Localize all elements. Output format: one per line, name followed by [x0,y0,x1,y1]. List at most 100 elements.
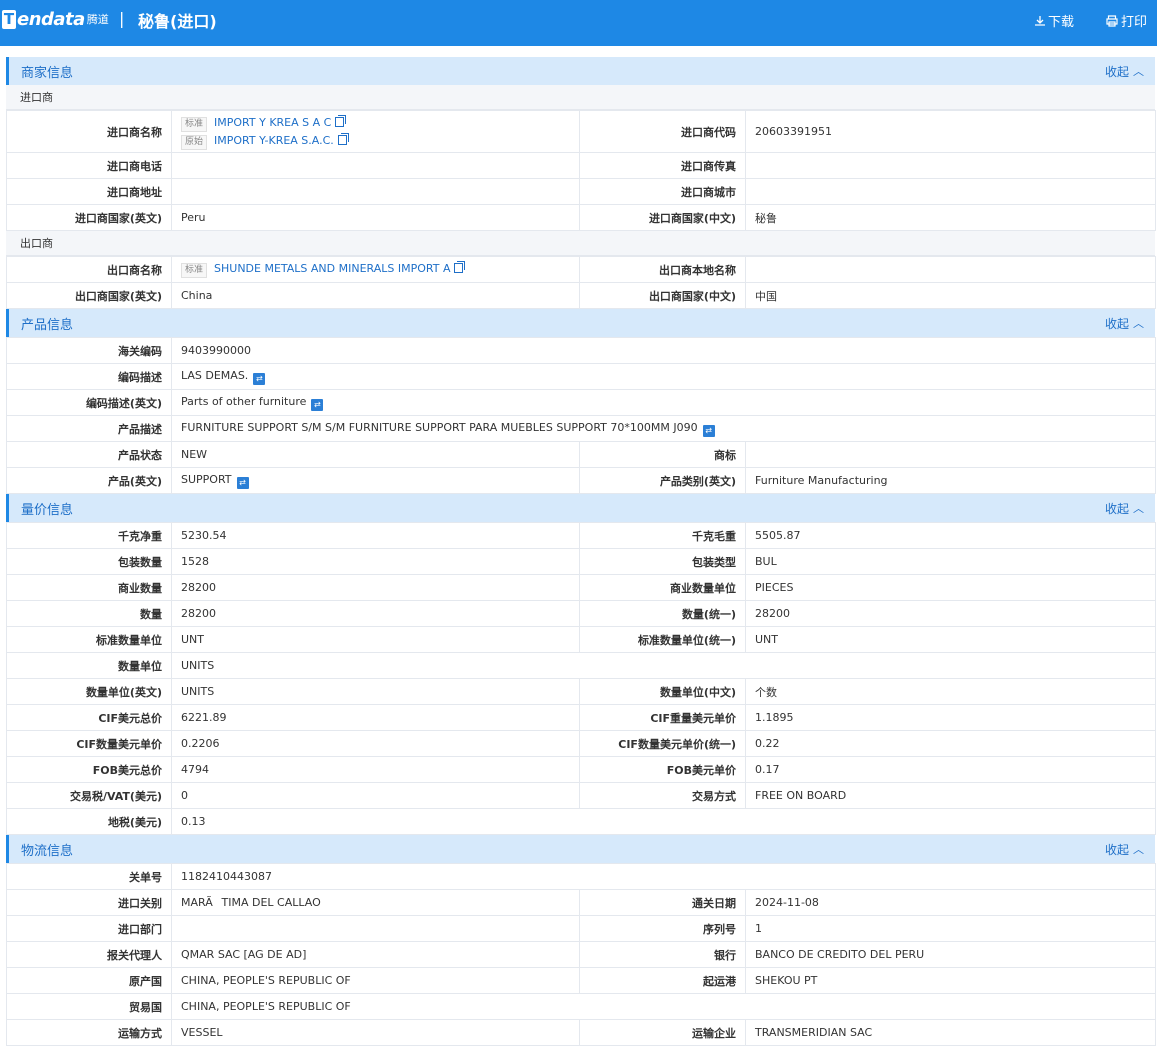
importer-name-label: 进口商名称 [6,110,172,153]
field-value: FREE ON BOARD [745,782,1156,809]
printer-icon [1106,14,1118,27]
field-label: 进口关别 [6,889,172,916]
field-label: CIF重量美元单价 [579,704,746,731]
field-label: FOB美元单价 [579,756,746,783]
exporter-name-std-link[interactable]: SHUNDE METALS AND MINERALS IMPORT A [214,262,450,275]
field-label: 关单号 [6,863,172,890]
importer-fax-value [745,152,1156,179]
collapse-label: 收起 [1104,64,1129,79]
importer-name-value: 标准 IMPORT Y KREA S A C 原始 IMPORT Y-KREA S.… [171,110,580,153]
field-label: 商业数量单位 [579,574,746,601]
field-value: 5505.87 [745,522,1156,549]
hs-code-value: 9403990000 [170,337,1157,364]
field-label: 数量(统一) [579,600,746,627]
product-en-text: SUPPORT [181,472,232,486]
merchant-section-title: 商家信息 [21,65,74,81]
tendata-logo[interactable]: T endata 腾道 [2,8,109,30]
translate-icon[interactable]: ⇄ [702,424,715,437]
product-collapse-button[interactable]: 收起 ︿ [1105,315,1144,332]
field-label: 标准数量单位 [6,626,172,653]
field-label: 千克毛重 [579,522,746,549]
product-desc-value: FURNITURE SUPPORT S/M S/M FURNITURE SUPP… [170,415,1157,442]
table-row: 运输方式 VESSEL 运输企业 TRANSMERIDIAN SAC [6,1019,1157,1046]
category-en-label: 产品类别(英文) [579,467,746,494]
logistics-collapse-button[interactable]: 收起 ︿ [1105,841,1144,858]
copy-icon[interactable] [335,114,347,127]
exporter-subheader: 出口商 [6,231,1155,256]
translate-icon[interactable]: ⇄ [253,372,266,385]
field-value: 5230.54 [171,522,580,549]
product-en-value: SUPPORT ⇄ [171,467,580,494]
copy-icon[interactable] [337,132,349,145]
table-row: 数量单位(英文) UNITS 数量单位(中文) 个数 [6,678,1156,705]
field-label: 千克净重 [6,522,172,549]
chevron-up-icon: ︿ [1133,317,1144,330]
field-value: 1 [744,915,1157,942]
exporter-name-value: 标准 SHUNDE METALS AND MINERALS IMPORT A [171,256,580,283]
field-label: 序列号 [579,915,746,942]
std-tag: 标准 [181,262,208,278]
detail-content: 商家信息 收起 ︿ 进口商 进口商名称 标准 IMPORT Y KREA S A C… [6,57,1157,1046]
table-row: 商业数量 28200 商业数量单位 PIECES [6,574,1156,601]
logistics-table: 关单号 1182410443087 进口关别 MARÃTIMA DEL CALLAO… [6,863,1157,1046]
merchant-collapse-button[interactable]: 收起 ︿ [1105,63,1144,80]
print-label: 打印 [1121,15,1148,30]
code-desc-label: 编码描述 [6,363,172,390]
collapse-label: 收起 [1104,842,1129,857]
importer-fax-label: 进口商传真 [579,152,746,179]
table-row: 标准数量单位 UNT 标准数量单位(统一) UNT [6,626,1156,653]
field-label: 贸易国 [6,993,172,1020]
translate-icon[interactable]: ⇄ [311,398,324,411]
code-desc-en-label: 编码描述(英文) [6,389,172,416]
importer-country-cn-label: 进口商国家(中文) [579,204,746,231]
field-value: 1528 [171,548,580,575]
field-value [171,915,580,942]
exporter-local-name-value [745,256,1156,283]
download-button[interactable]: 下载 [1034,11,1074,30]
logo-word: endata [17,8,85,30]
field-value: 28200 [171,600,580,627]
field-label: 商业数量 [6,574,172,601]
table-row: 地税(美元) 0.13 [6,808,1156,835]
table-row: 进口部门 序列号 1 [6,915,1157,942]
field-value: 28200 [171,574,580,601]
field-value: 0.2206 [171,730,580,757]
field-value: BANCO DE CREDITO DEL PERU [744,941,1157,968]
std-tag: 标准 [181,116,208,132]
orig-tag: 原始 [181,134,208,150]
field-label: 包装数量 [6,548,172,575]
field-value: 2024-11-08 [744,889,1157,916]
code-desc-en-text: Parts of other furniture [181,394,307,408]
field-label: 报关代理人 [6,941,172,968]
importer-name-orig-link[interactable]: IMPORT Y-KREA S.A.C. [214,134,334,147]
field-label: 标准数量单位(统一) [579,626,746,653]
exporter-country-en-label: 出口商国家(英文) [6,282,172,309]
field-label: 运输企业 [579,1019,746,1046]
table-row: 数量 28200 数量(统一) 28200 [6,600,1156,627]
field-label: CIF数量美元单价 [6,730,172,757]
field-value: MARÃTIMA DEL CALLAO [171,889,580,916]
field-label: FOB美元总价 [6,756,172,783]
translate-icon[interactable]: ⇄ [236,476,249,489]
importer-country-cn-value: 秘鲁 [745,204,1156,231]
print-button[interactable]: 打印 [1105,11,1147,30]
importer-name-std-link[interactable]: IMPORT Y KREA S A C [214,116,331,129]
field-label: CIF美元总价 [6,704,172,731]
exporter-country-en-value: China [171,282,580,309]
exporter-local-name-label: 出口商本地名称 [579,256,746,283]
field-value: BUL [745,548,1156,575]
field-label: 起运港 [579,967,746,994]
product-status-label: 产品状态 [6,441,172,468]
exporter-country-cn-label: 出口商国家(中文) [579,282,746,309]
product-section-header: 产品信息 收起 ︿ [6,309,1155,337]
field-value: CHINA, PEOPLE'S REPUBLIC OF [171,967,580,994]
quantity-collapse-button[interactable]: 收起 ︿ [1105,500,1144,517]
logo-cn: 腾道 [86,13,109,26]
title-separator: | [119,9,125,28]
code-desc-value: LAS DEMAS. ⇄ [170,363,1157,390]
field-value: CHINA, PEOPLE'S REPUBLIC OF [170,993,1157,1020]
field-label: 地税(美元) [6,808,172,835]
copy-icon[interactable] [454,260,466,273]
category-en-value: Furniture Manufacturing [744,467,1157,494]
table-row: 进口关别 MARÃTIMA DEL CALLAO 通关日期 2024-11-08 [6,889,1157,916]
